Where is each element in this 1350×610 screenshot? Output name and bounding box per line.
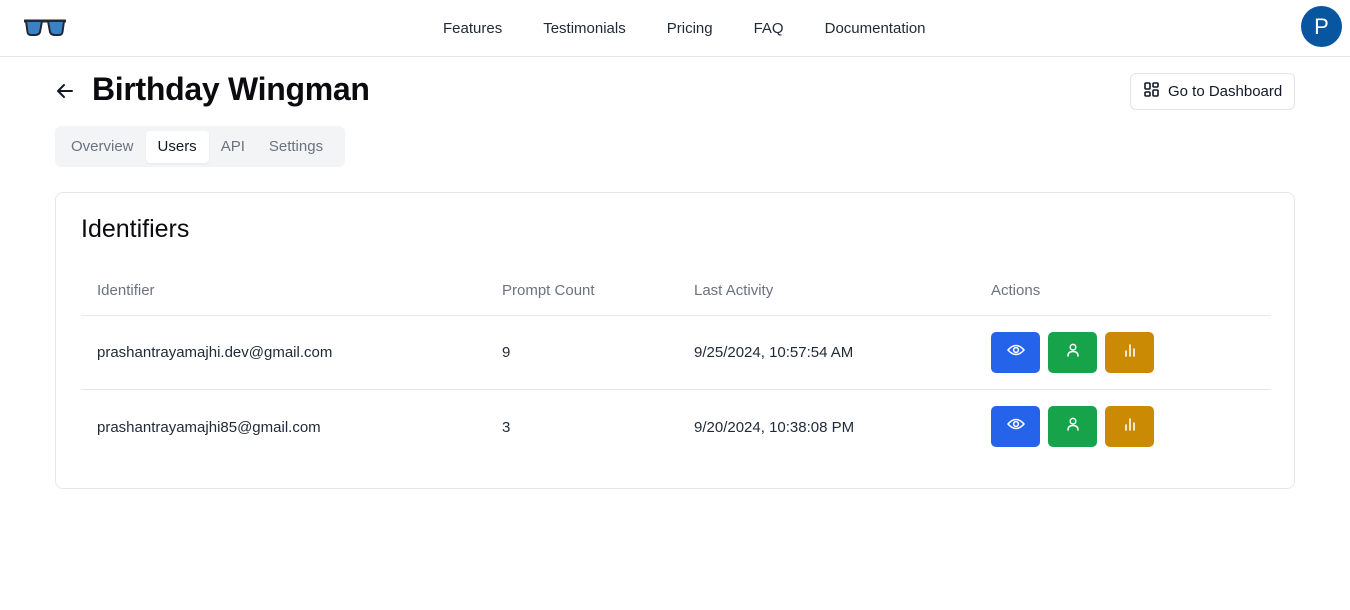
- nav-link-faq[interactable]: FAQ: [754, 20, 784, 37]
- identifier-cell: prashantrayamajhi.dev@gmail.com: [97, 344, 333, 361]
- tab-bar: Overview Users API Settings: [55, 126, 345, 167]
- stats-button[interactable]: [1105, 332, 1154, 373]
- identifiers-card: Identifiers Identifier Prompt Count Last…: [55, 192, 1295, 489]
- last-activity-cell: 9/20/2024, 10:38:08 PM: [694, 419, 855, 436]
- tab-overview[interactable]: Overview: [59, 131, 146, 163]
- view-button[interactable]: [991, 332, 1040, 373]
- column-header-prompt-count: Prompt Count: [502, 282, 595, 299]
- tab-settings[interactable]: Settings: [257, 131, 335, 163]
- tab-api[interactable]: API: [209, 131, 257, 163]
- nav-link-testimonials[interactable]: Testimonials: [543, 20, 626, 37]
- dashboard-grid-icon: [1144, 81, 1159, 102]
- avatar[interactable]: P: [1301, 6, 1342, 47]
- sunglasses-icon[interactable]: [23, 18, 67, 38]
- go-to-dashboard-label: Go to Dashboard: [1168, 83, 1283, 100]
- user-button[interactable]: [1048, 332, 1097, 373]
- prompt-count-cell: 3: [502, 419, 511, 436]
- user-icon: [1066, 343, 1080, 362]
- row-divider: [81, 315, 1271, 316]
- tab-users[interactable]: Users: [145, 130, 209, 163]
- nav-link-documentation[interactable]: Documentation: [825, 20, 926, 37]
- go-to-dashboard-button[interactable]: Go to Dashboard: [1130, 73, 1295, 110]
- eye-icon: [1006, 417, 1025, 436]
- arrow-left-icon[interactable]: [54, 80, 76, 102]
- prompt-count-cell: 9: [502, 344, 511, 361]
- main-nav: Features Testimonials Pricing FAQ Docume…: [443, 0, 967, 56]
- top-navbar: Features Testimonials Pricing FAQ Docume…: [0, 0, 1350, 57]
- column-header-last-activity: Last Activity: [694, 282, 774, 299]
- user-button[interactable]: [1048, 406, 1097, 447]
- page-title: Birthday Wingman: [92, 71, 370, 107]
- view-button[interactable]: [991, 406, 1040, 447]
- row-divider: [81, 389, 1271, 390]
- column-header-actions: Actions: [991, 282, 1041, 299]
- bar-chart-icon: [1123, 417, 1137, 436]
- nav-link-pricing[interactable]: Pricing: [667, 20, 713, 37]
- column-header-identifier: Identifier: [97, 282, 155, 299]
- eye-icon: [1006, 343, 1025, 362]
- bar-chart-icon: [1123, 343, 1137, 362]
- card-title: Identifiers: [81, 215, 190, 243]
- user-icon: [1066, 417, 1080, 436]
- last-activity-cell: 9/25/2024, 10:57:54 AM: [694, 344, 854, 361]
- identifier-cell: prashantrayamajhi85@gmail.com: [97, 419, 321, 436]
- stats-button[interactable]: [1105, 406, 1154, 447]
- nav-link-features[interactable]: Features: [443, 20, 502, 37]
